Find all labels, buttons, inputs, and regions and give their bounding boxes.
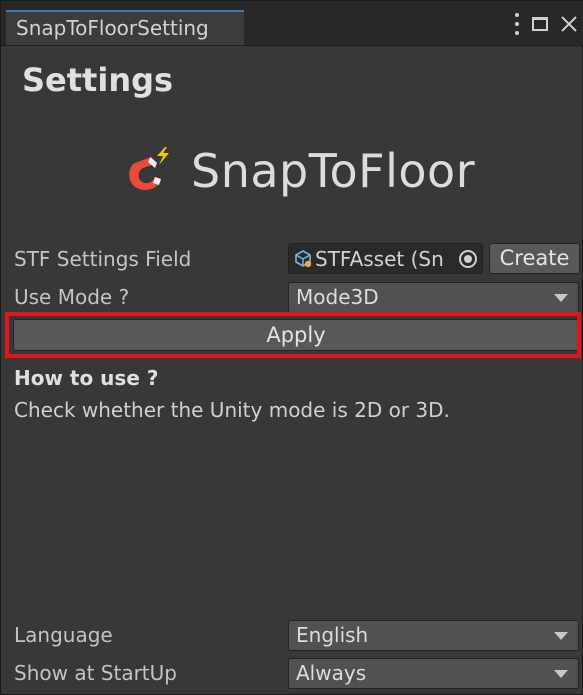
settings-field-value: STFAsset (Sn <box>315 246 444 271</box>
howto-title: How to use ? <box>14 366 159 390</box>
logo: SnapToFloor <box>121 143 475 199</box>
howto-text: Check whether the Unity mode is 2D or 3D… <box>14 398 450 422</box>
logo-text: SnapToFloor <box>191 144 476 198</box>
language-label: Language <box>14 623 113 647</box>
window-controls <box>514 11 578 37</box>
language-value: English <box>296 623 369 647</box>
startup-dropdown[interactable]: Always <box>288 658 579 689</box>
chevron-down-icon <box>554 632 568 640</box>
use-mode-dropdown[interactable]: Mode3D <box>288 282 579 313</box>
maximize-icon[interactable] <box>532 17 548 31</box>
settings-heading: Settings <box>22 61 174 99</box>
language-dropdown[interactable]: English <box>288 620 579 651</box>
more-options-icon[interactable] <box>514 13 520 35</box>
settings-object-field[interactable]: STFAsset (Sn <box>288 243 483 274</box>
object-picker-icon[interactable] <box>459 249 477 268</box>
use-mode-value: Mode3D <box>296 285 379 309</box>
magnet-icon <box>129 147 169 190</box>
chevron-down-icon <box>554 670 568 678</box>
scriptable-asset-icon <box>295 249 312 267</box>
use-mode-label: Use Mode ? <box>14 285 130 309</box>
window-tab[interactable]: SnapToFloorSetting <box>6 10 244 45</box>
tab-bar: SnapToFloorSetting <box>1 1 583 46</box>
create-button[interactable]: Create <box>489 243 580 274</box>
chevron-down-icon <box>554 294 568 302</box>
close-icon[interactable] <box>560 15 578 33</box>
settings-field-label: STF Settings Field <box>14 247 192 271</box>
startup-value: Always <box>296 661 367 685</box>
editor-window: SnapToFloorSetting Settings SnapToFloor … <box>0 0 583 695</box>
startup-label: Show at StartUp <box>14 661 177 685</box>
apply-button[interactable]: Apply <box>13 319 579 351</box>
